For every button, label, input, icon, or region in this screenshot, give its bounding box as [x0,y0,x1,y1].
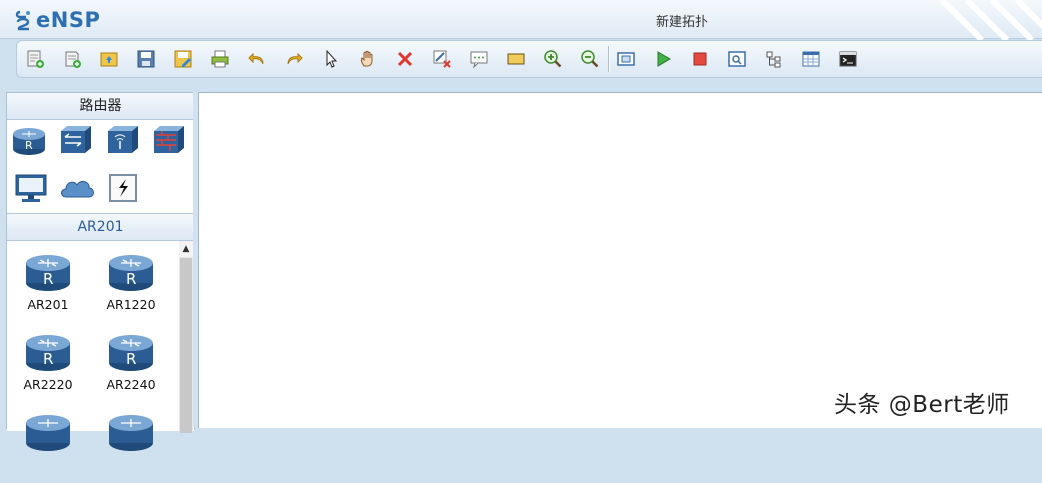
router-icon: R [26,335,70,371]
device-item[interactable] [96,409,166,483]
main-toolbar [16,40,1042,78]
firewall-icon[interactable] [150,123,188,157]
watermark-text: 头条 @Bert老师 [834,392,1010,418]
print-icon[interactable] [208,47,232,71]
scroll-up-icon[interactable]: ▲ [179,241,193,257]
svg-text:R: R [126,350,136,368]
grid-icon[interactable] [799,47,823,71]
topology-canvas[interactable] [198,92,1042,428]
svg-text:R: R [43,270,53,288]
device-item[interactable]: R AR1220 [96,249,166,323]
stop-device-icon[interactable] [688,47,712,71]
delete-links-icon[interactable] [430,47,454,71]
delete-icon[interactable] [393,47,417,71]
fit-icon[interactable] [614,47,638,71]
router-icon: R [109,335,153,371]
rectangle-icon[interactable] [504,47,528,71]
ensp-logo-icon [15,10,30,31]
device-label: AR201 [27,297,69,312]
text-note-icon[interactable] [467,47,491,71]
redo-icon[interactable] [282,47,306,71]
new-topology-icon[interactable] [23,47,47,71]
window-title: 新建拓扑 [656,15,709,30]
save-icon[interactable] [134,47,158,71]
device-item[interactable]: R AR201 [13,249,83,323]
pan-hand-icon[interactable] [356,47,380,71]
router-icon: R [26,255,70,291]
cloud-icon[interactable] [58,171,96,205]
zoom-out-icon[interactable] [578,47,602,71]
app-logo: eNSP [14,8,100,32]
device-list-header: AR201 [7,214,194,241]
router-icon[interactable]: R [10,123,48,157]
scroll-thumb[interactable] [180,258,192,433]
router-icon: R [109,255,153,291]
topology-tree-icon[interactable] [762,47,786,71]
select-icon[interactable] [319,47,343,71]
svg-text:R: R [25,139,33,152]
app-name: eNSP [36,8,101,32]
category-icons: R [7,120,194,214]
svg-text:R: R [43,350,53,368]
device-label: AR2220 [23,377,73,392]
device-panel: 路由器 R AR201 R AR201 R AR1220 R AR2220 R … [6,92,195,451]
link-icon[interactable] [104,171,142,205]
capture-icon[interactable] [725,47,749,71]
device-item[interactable] [13,409,83,483]
device-label: AR1220 [106,297,156,312]
router-icon [109,415,153,451]
new-lab-icon[interactable] [60,47,84,71]
toolbar-separator [608,46,610,72]
zoom-in-icon[interactable] [541,47,565,71]
device-label: AR2240 [106,377,156,392]
svg-text:R: R [126,270,136,288]
undo-icon[interactable] [245,47,269,71]
terminal-icon[interactable] [836,47,860,71]
wireless-icon[interactable] [104,123,142,157]
pc-icon[interactable] [12,171,50,205]
title-decoration [939,0,1042,40]
open-icon[interactable] [97,47,121,71]
router-icon [26,415,70,451]
category-header: 路由器 [7,93,194,120]
switch-icon[interactable] [57,123,95,157]
save-as-icon[interactable] [171,47,195,71]
device-list: R AR201 R AR1220 R AR2220 R AR2240 ▲ [7,241,194,451]
device-item[interactable]: R AR2220 [13,329,83,403]
title-bar: eNSP 新建拓扑 [0,0,1042,40]
device-list-scrollbar[interactable]: ▲ [179,241,193,433]
device-item[interactable]: R AR2240 [96,329,166,403]
start-device-icon[interactable] [651,47,675,71]
